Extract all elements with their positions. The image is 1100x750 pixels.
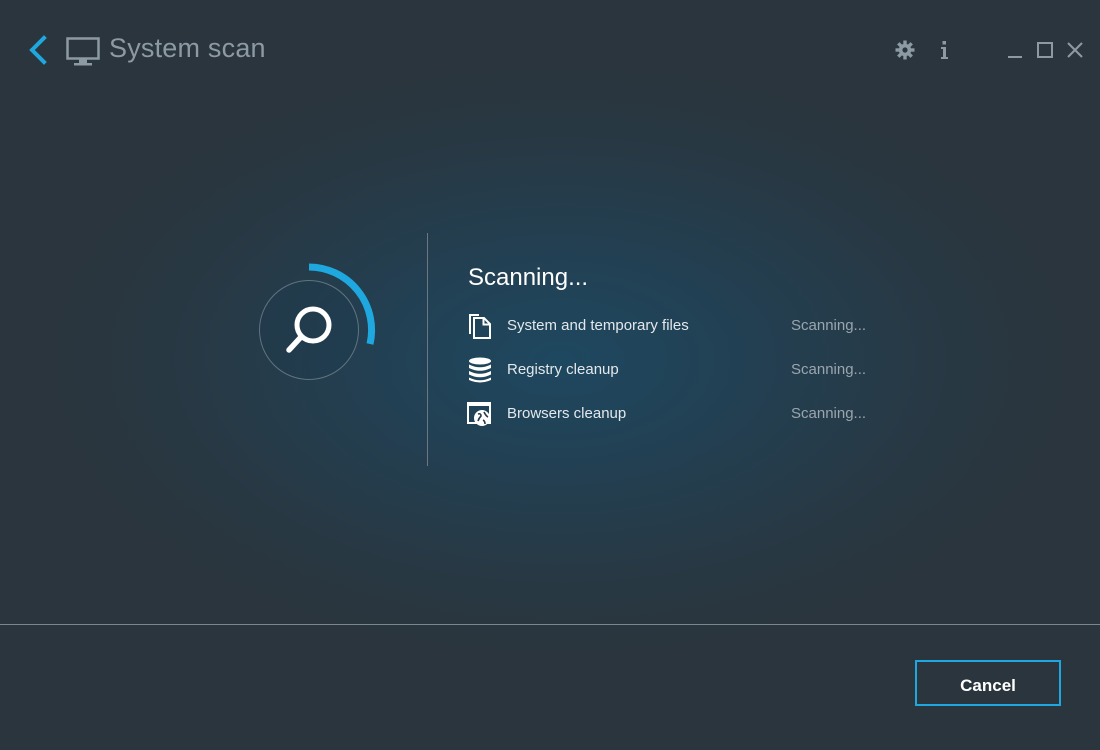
maximize-icon: [1037, 42, 1053, 58]
info-button[interactable]: [933, 38, 957, 62]
scan-heading: Scanning...: [468, 264, 589, 291]
app-window: System scan Scanning... System and tempo…: [0, 0, 1100, 750]
maximize-button[interactable]: [1033, 38, 1057, 62]
browser-globe-icon: [467, 402, 491, 426]
scan-item-registry: Registry cleanup Scanning...: [466, 356, 886, 386]
files-icon: [469, 314, 491, 339]
minimize-button[interactable]: [1003, 38, 1027, 62]
chevron-left-icon: [29, 35, 47, 65]
scan-item-status: Scanning...: [791, 317, 867, 334]
footer-divider: [0, 624, 1100, 625]
window-title: System scan: [109, 33, 266, 63]
settings-button[interactable]: [893, 38, 917, 62]
scan-item-label: Registry cleanup: [507, 361, 619, 378]
scan-item-label: Browsers cleanup: [507, 405, 627, 422]
gear-icon: [895, 40, 915, 60]
scan-item-status: Scanning...: [791, 361, 867, 378]
close-button[interactable]: [1063, 38, 1087, 62]
cancel-button[interactable]: Cancel: [915, 660, 1061, 706]
title-bar: System scan: [0, 0, 1100, 100]
vertical-divider: [427, 233, 428, 466]
scan-item-label: System and temporary files: [507, 317, 689, 334]
scan-item-status: Scanning...: [791, 405, 867, 422]
close-icon: [1067, 42, 1083, 58]
scan-item-system-files: System and temporary files Scanning...: [466, 312, 886, 342]
minimize-icon: [1008, 56, 1022, 58]
back-button[interactable]: [24, 32, 52, 68]
scan-item-browsers: Browsers cleanup Scanning...: [466, 400, 886, 430]
database-icon: [469, 357, 491, 383]
scan-progress-spinner: [249, 260, 379, 390]
monitor-icon: [66, 37, 100, 67]
info-icon: [941, 41, 948, 59]
